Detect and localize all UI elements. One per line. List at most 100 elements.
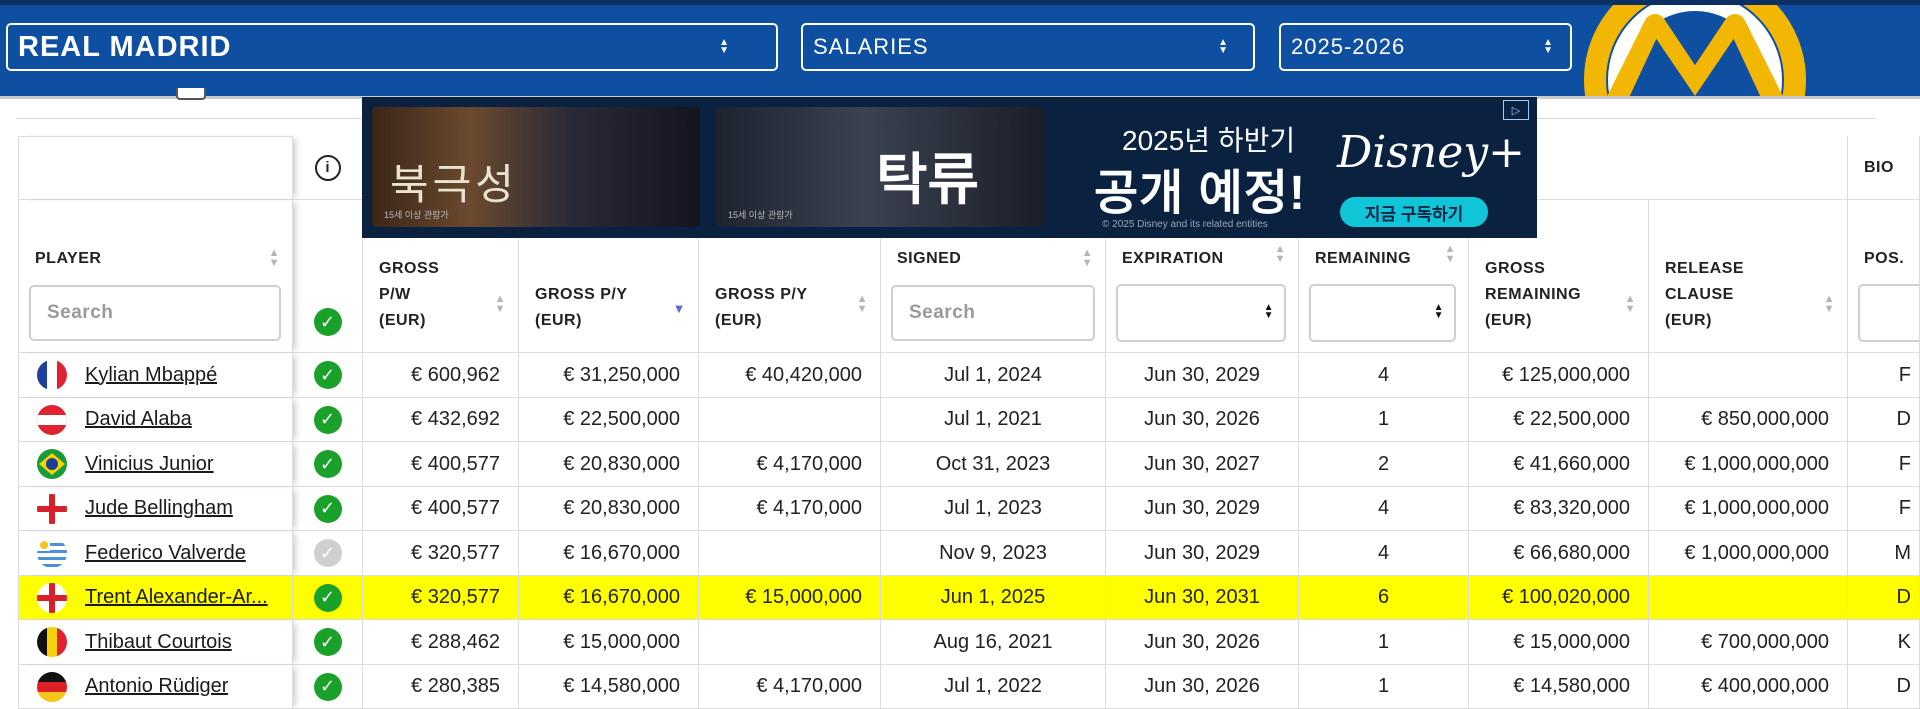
inactive-check-icon[interactable]: ✓ [313,539,342,567]
active-check-icon[interactable]: ✓ [313,583,342,612]
gross-pw-cell: € 288,462 [363,620,519,665]
bio-group-header: BIO [1848,136,1920,200]
signed-cell-value: Jul 1, 2023 [944,497,1042,519]
gross-pw-cell-value: € 288,462 [411,630,500,653]
ad-headline-2: 공개 예정! [1094,167,1306,220]
release-clause-cell: € 1,000,000,000 [1649,531,1848,576]
pos-header-label: POS. [1864,250,1905,267]
pos-filter-select[interactable] [1858,284,1919,342]
gross-py-cell-value: € 20,830,000 [563,452,680,475]
active-header[interactable]: ✓ [293,200,363,353]
remaining-cell: 6 [1299,576,1469,620]
remaining-cell-value: 6 [1377,586,1390,608]
signed-cell-value: Oct 31, 2023 [935,452,1051,475]
sort-icon[interactable]: ▲ ▼ [495,294,506,315]
gross-pw-cell: € 432,692 [363,398,519,442]
sort-icon[interactable]: ▲ ▼ [857,294,868,315]
release-clause-cell: € 850,000,000 [1649,398,1848,442]
sort-icon[interactable]: ▲ ▼ [1824,294,1835,315]
signed-cell-value: Jun 1, 2025 [940,586,1046,608]
pos-cell-value: D [1896,586,1911,608]
sort-desc-icon[interactable]: ▼ [673,302,686,315]
gross-pw-cell-value: € 320,577 [411,586,500,608]
expiration-cell-value: Jun 30, 2029 [1144,541,1260,564]
player-name-link[interactable]: Trent Alexander-Ar... [85,586,268,609]
advertisement-banner[interactable]: 북극성 15세 이상 관람가 탁류 15세 이상 관람가 2025년 하반기 공… [362,97,1537,238]
player-name-link[interactable]: Antonio Rüdiger [85,675,228,698]
player-name-link[interactable]: Vinicius Junior [85,453,214,476]
brazil-flag-icon [37,449,67,479]
ad-image-left[interactable]: 북극성 15세 이상 관람가 [372,107,700,227]
sort-icon[interactable]: ▲ ▼ [1082,248,1093,269]
player-cell: Thibaut Courtois [18,620,293,665]
player-name-link[interactable]: Thibaut Courtois [85,631,232,654]
active-cell: ✓ [293,665,363,709]
release-clause-cell: € 1,000,000,000 [1649,487,1848,531]
player-header[interactable]: PLAYER ▲ ▼ Search [18,200,293,353]
gross-py-cell: € 20,830,000 [519,487,699,531]
remaining-cell-value: 1 [1377,408,1390,430]
gross-pw-header-label-line: GROSS [379,260,440,277]
release-clause-cell: € 700,000,000 [1649,620,1848,665]
active-cell: ✓ [293,576,363,620]
info-icon[interactable]: i [314,154,341,181]
pos-header[interactable]: POS. [1848,200,1920,353]
select-arrows-icon: ▲ ▼ [719,37,730,56]
active-check-icon[interactable]: ✓ [313,405,342,434]
player-cell: David Alaba [18,398,293,442]
sort-icon[interactable]: ▲ ▼ [1625,294,1636,315]
release-clause-cell-value: € 1,000,000,000 [1684,541,1829,564]
expiration-cell: Jun 30, 2026 [1106,665,1299,709]
gross-pw-cell: € 280,385 [363,665,519,709]
pos-cell-value: K [1897,630,1911,653]
active-check-icon[interactable]: ✓ [313,450,342,478]
bio-group-label: BIO [1864,158,1894,176]
player-name-link[interactable]: Kylian Mbappé [85,364,217,387]
active-check-icon[interactable]: ✓ [313,361,342,389]
top-bar: REAL MADRID ▲ ▼ SALARIES ▲ ▼ 2025-2026 ▲ ▼ [0,0,1920,96]
gross-remaining-cell: € 125,000,000 [1469,353,1649,398]
belgium-flag-icon [37,627,67,657]
player-name-link[interactable]: David Alaba [85,408,192,431]
release-clause-header[interactable]: RELEASE CLAUSE (EUR) ▲ ▼ [1649,200,1848,353]
adchoices-icon[interactable]: ▷ [1503,100,1529,120]
remaining-filter-select[interactable]: ▲ ▼ [1309,284,1456,342]
gross-py-2-cell-value: € 40,420,000 [745,363,862,386]
release-clause-header-label-line: (EUR) [1665,312,1712,329]
club-crest-logo [1584,5,1806,96]
active-check-icon[interactable]: ✓ [313,672,342,701]
ad-subscribe-button[interactable]: 지금 구독하기 [1340,197,1488,227]
gross-py-cell-value: € 14,580,000 [563,675,680,697]
gross-pw-cell-value: € 320,577 [411,541,500,564]
toggle-tab[interactable] [176,88,206,100]
gross-py-2-cell: € 4,170,000 [699,442,881,487]
sort-icon[interactable]: ▲ ▼ [269,248,280,269]
active-check-icon[interactable]: ✓ [313,628,342,656]
player-name-link[interactable]: Jude Bellingham [85,497,233,520]
pos-cell: D [1848,398,1920,442]
sort-icon[interactable]: ▲ ▼ [1445,244,1456,265]
active-filter-check-icon[interactable]: ✓ [313,308,342,336]
gross-remaining-cell-value: € 14,580,000 [1513,675,1630,697]
remaining-cell: 1 [1299,665,1469,709]
pos-cell-value: F [1898,363,1911,386]
pos-cell: D [1848,576,1920,620]
expiration-filter-select[interactable]: ▲ ▼ [1116,284,1286,342]
sort-icon[interactable]: ▲ ▼ [1275,244,1286,265]
season-select[interactable]: 2025-2026 ▲ ▼ [1279,23,1572,71]
player-name-link[interactable]: Federico Valverde [85,542,246,565]
release-clause-header-label-line: CLAUSE [1665,286,1734,303]
team-select[interactable]: REAL MADRID ▲ ▼ [6,23,778,71]
active-check-icon[interactable]: ✓ [313,494,342,523]
expiration-cell-value: Jun 30, 2027 [1144,452,1260,475]
active-cell: ✓ [293,531,363,576]
gross-py-2-header-label-line: GROSS P/Y [715,286,808,303]
remaining-cell-value: 2 [1377,452,1390,475]
player-search-input[interactable]: Search [29,285,281,341]
gross-pw-header-label-line: P/W [379,286,411,303]
category-select[interactable]: SALARIES ▲ ▼ [801,23,1255,71]
signed-search-input[interactable]: Search [891,285,1095,341]
pos-cell-value: D [1896,408,1911,430]
ad-image-right[interactable]: 탁류 15세 이상 관람가 [716,107,1044,227]
gross-py-2-header-label: GROSS P/Y (EUR) [699,282,808,334]
